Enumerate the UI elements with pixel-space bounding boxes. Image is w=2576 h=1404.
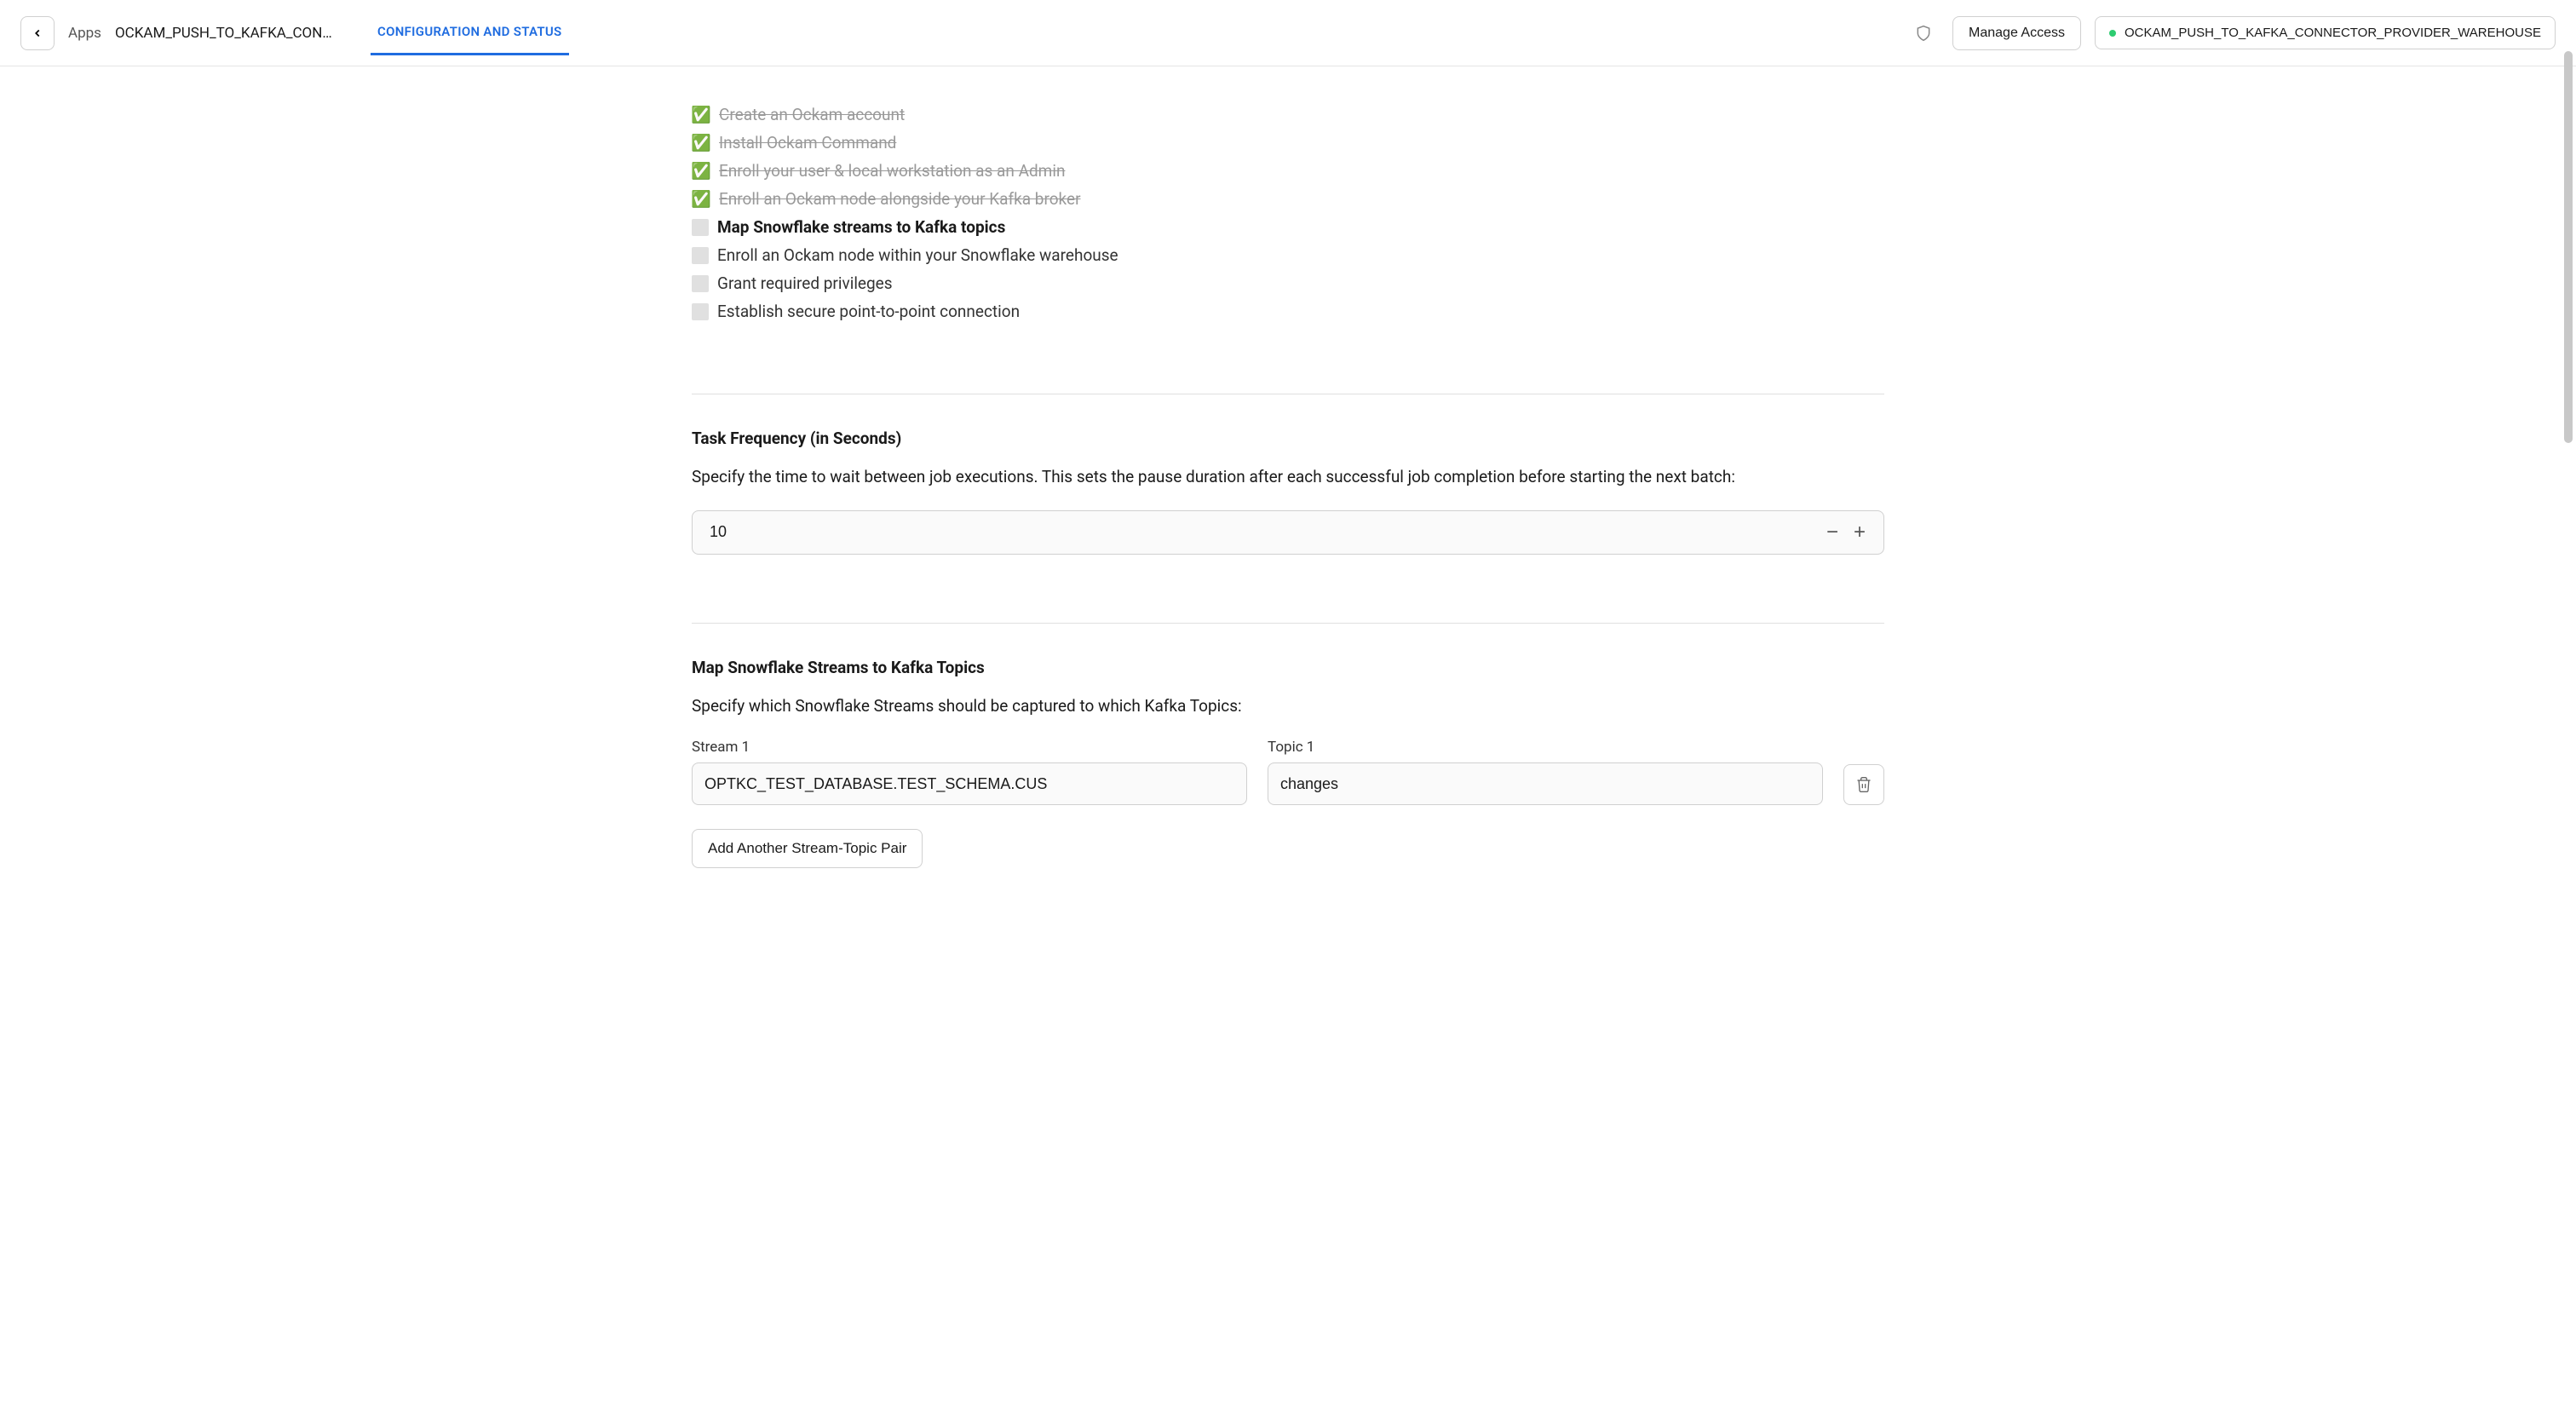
- checklist-item: ✅ Install Ockam Command: [692, 129, 1884, 157]
- tabs: CONFIGURATION AND STATUS: [371, 10, 569, 55]
- scrollbar-thumb[interactable]: [2564, 51, 2573, 443]
- checklist-label: Map Snowflake streams to Kafka topics: [717, 217, 1005, 237]
- breadcrumb: Apps OCKAM_PUSH_TO_KAFKA_CONNE...: [68, 25, 336, 42]
- checklist-label: Enroll an Ockam node within your Snowfla…: [717, 245, 1118, 265]
- add-stream-topic-button[interactable]: Add Another Stream-Topic Pair: [692, 829, 923, 868]
- checkmark-icon: ✅: [692, 106, 710, 124]
- checkmark-icon: ✅: [692, 190, 710, 209]
- scrollbar[interactable]: [2564, 51, 2574, 1404]
- mapping-row: Stream 1 Topic 1: [692, 739, 1884, 805]
- frequency-input[interactable]: [703, 516, 1819, 548]
- back-button[interactable]: [20, 16, 55, 50]
- checklist-section: ✅ Create an Ockam account ✅ Install Ocka…: [692, 101, 1884, 360]
- checklist-label: Install Ockam Command: [719, 133, 896, 152]
- section-description: Specify the time to wait between job exe…: [692, 465, 1884, 490]
- mapping-section: Map Snowflake Streams to Kafka Topics Sp…: [692, 658, 1884, 903]
- stream-input[interactable]: [692, 762, 1247, 805]
- topic-column: Topic 1: [1268, 739, 1823, 805]
- stream-label: Stream 1: [692, 739, 1247, 756]
- increment-button[interactable]: +: [1846, 519, 1873, 546]
- section-title: Task Frequency (in Seconds): [692, 429, 1884, 448]
- delete-row-button[interactable]: [1843, 764, 1884, 805]
- manage-access-button[interactable]: Manage Access: [1952, 16, 2081, 50]
- app-header: Apps OCKAM_PUSH_TO_KAFKA_CONNE... CONFIG…: [0, 0, 2576, 66]
- trash-icon: [1855, 775, 1872, 794]
- frequency-stepper: − +: [692, 510, 1884, 555]
- breadcrumb-root[interactable]: Apps: [68, 25, 101, 42]
- divider: [692, 623, 1884, 624]
- checklist-item: ✅ Create an Ockam account: [692, 101, 1884, 129]
- checklist-item: ✅ Enroll an Ockam node alongside your Ka…: [692, 185, 1884, 213]
- stream-column: Stream 1: [692, 739, 1247, 805]
- task-frequency-section: Task Frequency (in Seconds) Specify the …: [692, 429, 1884, 589]
- checklist-item: Grant required privileges: [692, 269, 1884, 297]
- checklist-item: Enroll an Ockam node within your Snowfla…: [692, 241, 1884, 269]
- topic-input[interactable]: [1268, 762, 1823, 805]
- checkbox-empty-icon: [692, 219, 709, 236]
- checkbox-empty-icon: [692, 247, 709, 264]
- checkmark-icon: ✅: [692, 134, 710, 152]
- warehouse-label: OCKAM_PUSH_TO_KAFKA_CONNECTOR_PROVIDER_W…: [2125, 26, 2541, 40]
- checklist-item: ✅ Enroll your user & local workstation a…: [692, 157, 1884, 185]
- decrement-button[interactable]: −: [1819, 519, 1846, 546]
- setup-checklist: ✅ Create an Ockam account ✅ Install Ocka…: [692, 101, 1884, 325]
- checklist-label: Grant required privileges: [717, 273, 893, 293]
- breadcrumb-title: OCKAM_PUSH_TO_KAFKA_CONNE...: [115, 25, 336, 42]
- checklist-label: Establish secure point-to-point connecti…: [717, 302, 1020, 321]
- checklist-item: Map Snowflake streams to Kafka topics: [692, 213, 1884, 241]
- checkmark-icon: ✅: [692, 162, 710, 181]
- checklist-label: Enroll your user & local workstation as …: [719, 161, 1065, 181]
- status-dot-icon: [2109, 30, 2116, 37]
- shield-icon[interactable]: [1915, 25, 1932, 42]
- checklist-label: Enroll an Ockam node alongside your Kafk…: [719, 189, 1081, 209]
- section-description: Specify which Snowflake Streams should b…: [692, 694, 1884, 719]
- main-content: ✅ Create an Ockam account ✅ Install Ocka…: [692, 66, 1884, 936]
- topic-label: Topic 1: [1268, 739, 1823, 756]
- chevron-left-icon: [32, 27, 43, 39]
- tab-configuration-status[interactable]: CONFIGURATION AND STATUS: [371, 10, 569, 55]
- checkbox-empty-icon: [692, 275, 709, 292]
- checklist-item: Establish secure point-to-point connecti…: [692, 297, 1884, 325]
- checkbox-empty-icon: [692, 303, 709, 320]
- checklist-label: Create an Ockam account: [719, 105, 905, 124]
- warehouse-selector[interactable]: OCKAM_PUSH_TO_KAFKA_CONNECTOR_PROVIDER_W…: [2095, 16, 2556, 49]
- section-title: Map Snowflake Streams to Kafka Topics: [692, 658, 1884, 677]
